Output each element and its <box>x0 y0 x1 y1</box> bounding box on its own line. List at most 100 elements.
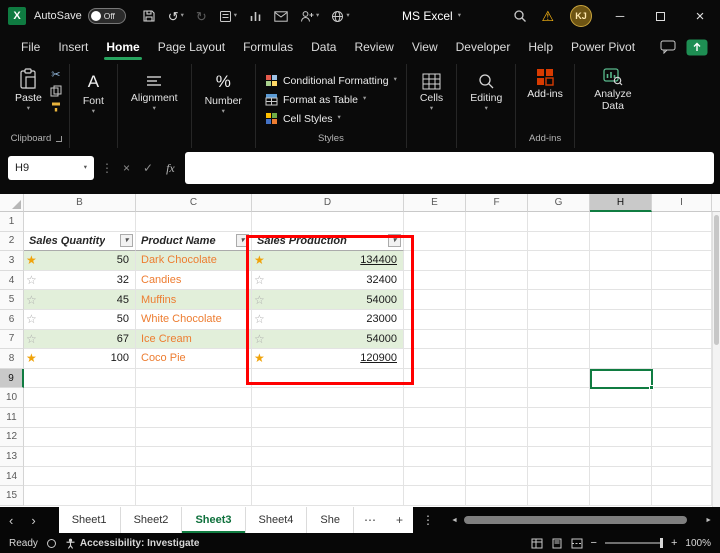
journal-button[interactable] <box>213 0 243 32</box>
cell-D9[interactable] <box>252 368 404 389</box>
cell-D14[interactable] <box>252 466 404 487</box>
cell-B7[interactable]: 67 <box>24 329 136 350</box>
cell-B2[interactable]: Sales Quantity <box>24 231 136 252</box>
vertical-scroll-thumb[interactable] <box>714 215 719 345</box>
cell-D7[interactable]: 54000 <box>252 329 404 350</box>
excel-logo-icon[interactable] <box>8 7 26 25</box>
alignment-group-button[interactable]: Alignment <box>123 64 186 113</box>
select-all-corner[interactable] <box>0 194 24 212</box>
cell-H3[interactable] <box>590 251 652 271</box>
cell-I12[interactable] <box>652 427 712 448</box>
cell-C15[interactable] <box>136 486 252 506</box>
column-header-C[interactable]: C <box>136 194 252 212</box>
sheet-tab-sheet1[interactable]: Sheet1 <box>59 507 121 533</box>
cell-E6[interactable] <box>404 309 466 330</box>
cell-G6[interactable] <box>528 309 590 330</box>
page-break-view-button[interactable] <box>571 538 583 549</box>
column-header-E[interactable]: E <box>404 194 466 212</box>
cell-F4[interactable] <box>466 270 528 291</box>
cell-E15[interactable] <box>404 486 466 506</box>
cell-G5[interactable] <box>528 290 590 310</box>
autosave-toggle[interactable]: Off <box>87 8 126 24</box>
cell-D11[interactable] <box>252 407 404 428</box>
cell-B6[interactable]: 50 <box>24 309 136 330</box>
cell-I14[interactable] <box>652 466 712 487</box>
row-header-4[interactable]: 4 <box>0 270 24 291</box>
cell-F15[interactable] <box>466 486 528 506</box>
cell-I8[interactable] <box>652 349 712 369</box>
more-sheets-button[interactable] <box>353 507 386 533</box>
cell-F5[interactable] <box>466 290 528 310</box>
cell-B10[interactable] <box>24 388 136 408</box>
copy-button[interactable] <box>50 85 62 97</box>
cell-G9[interactable] <box>528 368 590 389</box>
search-button[interactable] <box>507 0 533 32</box>
cell-C7[interactable]: Ice Cream <box>136 329 252 350</box>
cell-H7[interactable] <box>590 329 652 350</box>
cell-E10[interactable] <box>404 388 466 408</box>
cell-F2[interactable] <box>466 231 528 252</box>
cell-F7[interactable] <box>466 329 528 350</box>
cell-D6[interactable]: 23000 <box>252 309 404 330</box>
network-dropdown-icon[interactable] <box>346 13 349 20</box>
cell-D12[interactable] <box>252 427 404 448</box>
cancel-button[interactable] <box>120 162 133 174</box>
cell-F3[interactable] <box>466 251 528 271</box>
close-button[interactable] <box>680 0 720 32</box>
cell-E1[interactable] <box>404 212 466 232</box>
cell-F10[interactable] <box>466 388 528 408</box>
cell-styles-button[interactable]: Cell Styles <box>261 110 345 128</box>
page-layout-view-button[interactable] <box>551 538 563 549</box>
menu-tab-data[interactable]: Data <box>302 32 345 62</box>
cell-G1[interactable] <box>528 212 590 232</box>
normal-view-button[interactable] <box>531 538 543 549</box>
format-painter-button[interactable] <box>50 101 62 113</box>
cell-E14[interactable] <box>404 466 466 487</box>
cell-B11[interactable] <box>24 407 136 428</box>
cell-B3[interactable]: 50 <box>24 251 136 271</box>
cell-D4[interactable]: 32400 <box>252 270 404 291</box>
name-box[interactable]: H9 <box>8 156 94 180</box>
cell-H11[interactable] <box>590 407 652 428</box>
cell-B1[interactable] <box>24 212 136 232</box>
cell-H14[interactable] <box>590 466 652 487</box>
cell-E3[interactable] <box>404 251 466 271</box>
cell-D15[interactable] <box>252 486 404 506</box>
cell-G15[interactable] <box>528 486 590 506</box>
dialog-launcher-icon[interactable] <box>56 135 63 142</box>
cell-H2[interactable] <box>590 231 652 252</box>
cell-C4[interactable]: Candies <box>136 270 252 291</box>
cell-D8[interactable]: 120900 <box>252 349 404 369</box>
cell-C1[interactable] <box>136 212 252 232</box>
row-header-2[interactable]: 2 <box>0 231 24 252</box>
menu-tab-view[interactable]: View <box>403 32 447 62</box>
cell-C5[interactable]: Muffins <box>136 290 252 310</box>
cell-E2[interactable] <box>404 231 466 252</box>
formula-bar-grip-icon[interactable] <box>101 162 113 174</box>
editing-group-button[interactable]: Editing <box>462 64 510 113</box>
font-group-button[interactable]: Font <box>75 64 112 116</box>
menu-tab-home[interactable]: Home <box>97 32 148 62</box>
cell-B5[interactable]: 45 <box>24 290 136 310</box>
cell-H13[interactable] <box>590 447 652 467</box>
sheet-tab-sheet2[interactable]: Sheet2 <box>121 507 183 533</box>
cell-C9[interactable] <box>136 368 252 389</box>
cell-I15[interactable] <box>652 486 712 506</box>
cell-F8[interactable] <box>466 349 528 369</box>
row-header-3[interactable]: 3 <box>0 251 24 271</box>
warning-icon[interactable] <box>533 9 562 23</box>
number-group-button[interactable]: Number <box>197 64 250 116</box>
conditional-formatting-button[interactable]: Conditional Formatting <box>261 72 401 90</box>
menu-tab-formulas[interactable]: Formulas <box>234 32 302 62</box>
cell-F13[interactable] <box>466 447 528 467</box>
scroll-right-icon[interactable] <box>705 517 712 524</box>
cell-H4[interactable] <box>590 270 652 291</box>
cell-F12[interactable] <box>466 427 528 448</box>
chart-button[interactable] <box>243 0 268 32</box>
cell-G10[interactable] <box>528 388 590 408</box>
cell-H1[interactable] <box>590 212 652 232</box>
cells-group-button[interactable]: Cells <box>412 64 451 113</box>
cell-F11[interactable] <box>466 407 528 428</box>
cell-G7[interactable] <box>528 329 590 350</box>
menu-tab-page-layout[interactable]: Page Layout <box>149 32 234 62</box>
